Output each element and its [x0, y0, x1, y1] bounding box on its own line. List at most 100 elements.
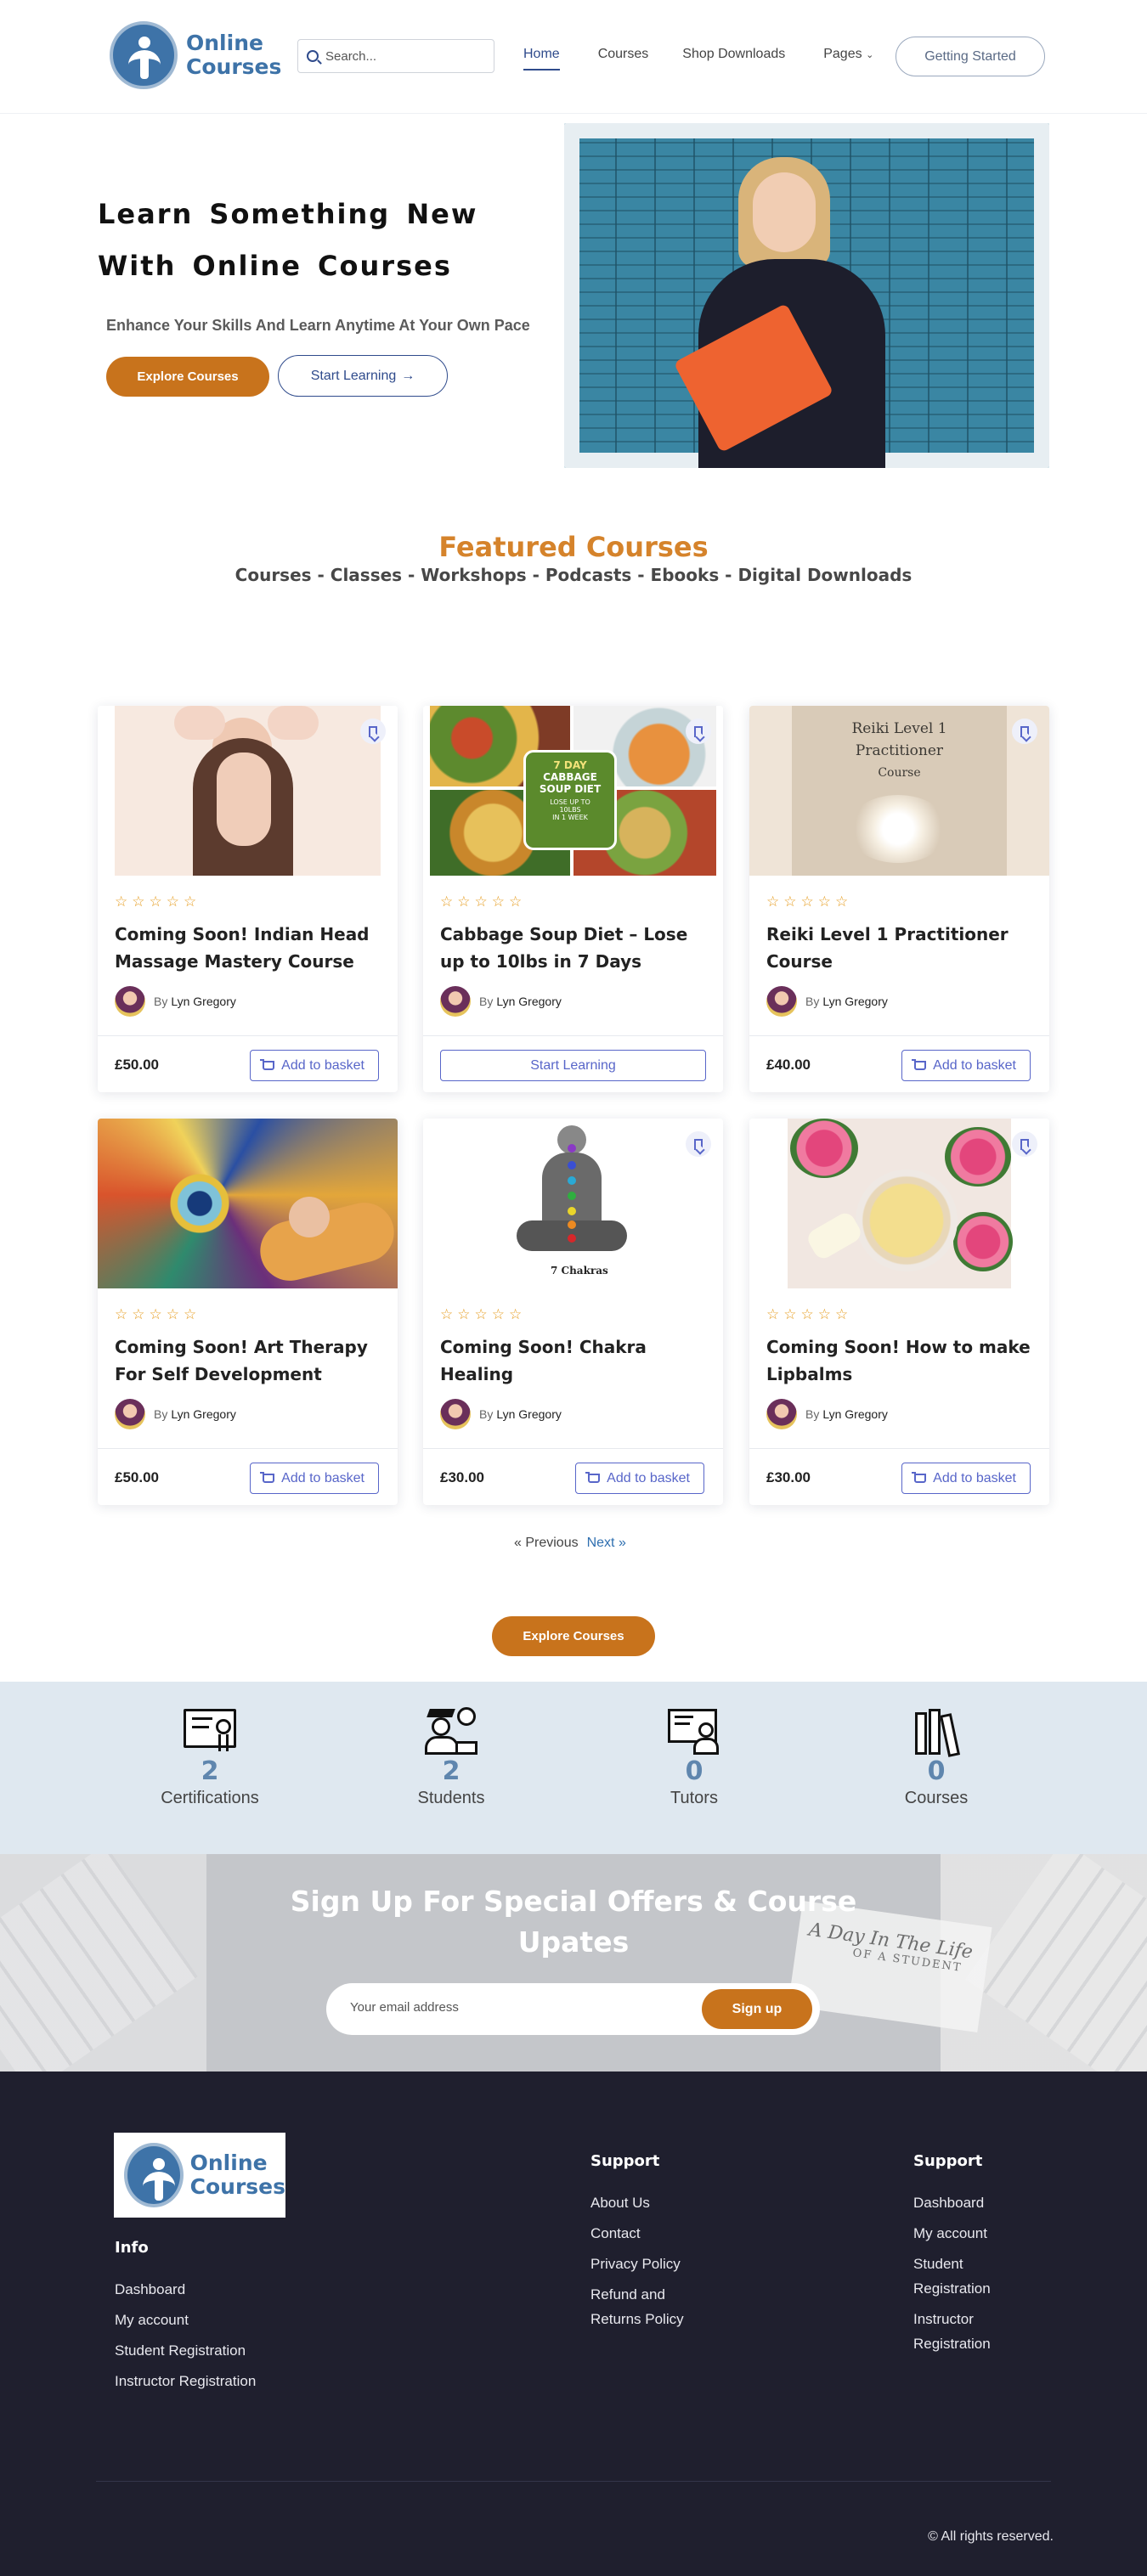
course-author[interactable]: By Lyn Gregory — [440, 986, 562, 1017]
course-image-head-massage[interactable] — [98, 706, 398, 876]
stat-courses: 0 Courses — [826, 1707, 1047, 1808]
add-to-basket-button[interactable]: Add to basket — [575, 1463, 704, 1494]
card-footer: Start Learning — [423, 1035, 723, 1092]
search-box[interactable] — [297, 39, 494, 73]
email-field[interactable] — [350, 2000, 673, 2015]
logo-line2: Courses — [186, 54, 282, 79]
bookmark-icon[interactable] — [1012, 1131, 1037, 1157]
books-icon — [908, 1707, 964, 1757]
footer-link-about-us[interactable]: About Us — [590, 2190, 684, 2215]
hero-explore-courses-button[interactable]: Explore Courses — [106, 357, 269, 397]
course-image-reiki[interactable]: Reiki Level 1 Practitioner Course — [749, 706, 1049, 876]
link-line: Registration — [913, 2336, 991, 2352]
nav-shop-downloads[interactable]: Shop Downloads — [682, 47, 785, 62]
footer-link-my-account[interactable]: My account — [913, 2221, 991, 2246]
author-name[interactable]: Lyn Gregory — [171, 1407, 236, 1421]
author-name[interactable]: Lyn Gregory — [822, 1407, 888, 1421]
course-title[interactable]: Cabbage Soup Diet – Lose up to 10lbs in … — [440, 921, 712, 975]
pager-previous[interactable]: « Previous — [514, 1536, 579, 1551]
course-card[interactable]: Reiki Level 1 Practitioner Course ☆ ☆ ☆ ☆ ☆ … — [749, 706, 1049, 1092]
course-title[interactable]: Coming Soon! Indian Head Massage Mastery… — [115, 921, 387, 975]
cart-icon — [585, 1472, 601, 1483]
site-logo[interactable]: Online Courses — [110, 21, 281, 89]
signup-section: A Day In The Life OF A STUDENT Sign Up F… — [0, 1854, 1147, 2072]
course-price: £50.00 — [115, 1057, 159, 1073]
nav-pages[interactable]: Pages ⌄ — [823, 47, 873, 62]
course-author[interactable]: By Lyn Gregory — [766, 986, 888, 1017]
add-to-basket-label: Add to basket — [281, 1470, 364, 1485]
bookmark-icon[interactable] — [686, 719, 711, 744]
course-card[interactable]: 7 DAY CABBAGE SOUP DIET LOSE UP TO 10LBS… — [423, 706, 723, 1092]
hero-title: Learn Something New With Online Courses — [98, 189, 574, 292]
footer-link-refund-policy[interactable]: Refund and Returns Policy — [590, 2282, 684, 2331]
bookmark-icon[interactable] — [1012, 719, 1037, 744]
nav-home[interactable]: Home — [523, 47, 560, 70]
footer-link-instructor-registration[interactable]: Instructor Registration — [913, 2307, 991, 2356]
link-line: Instructor — [913, 2311, 974, 2327]
student-icon — [423, 1707, 479, 1756]
image-text: CABBAGE — [543, 771, 597, 783]
course-title[interactable]: Coming Soon! Art Therapy For Self Develo… — [115, 1333, 387, 1388]
course-image-lipbalms[interactable] — [749, 1119, 1049, 1288]
stat-value: 0 — [927, 1756, 946, 1786]
footer-link-contact[interactable]: Contact — [590, 2221, 684, 2246]
footer-link-privacy-policy[interactable]: Privacy Policy — [590, 2252, 684, 2276]
search-input[interactable] — [325, 48, 478, 64]
logo-text: Online Courses — [190, 2151, 285, 2199]
bookmark-icon[interactable] — [686, 1131, 711, 1157]
course-author[interactable]: By Lyn Gregory — [440, 1399, 562, 1429]
start-learning-button[interactable]: Start Learning — [440, 1050, 706, 1081]
avatar — [115, 1399, 145, 1429]
rating-stars: ☆ ☆ ☆ ☆ ☆ — [115, 893, 197, 910]
getting-started-button[interactable]: Getting Started — [896, 37, 1045, 76]
course-image-cabbage-soup[interactable]: 7 DAY CABBAGE SOUP DIET LOSE UP TO 10LBS… — [423, 706, 723, 876]
course-card[interactable]: ☆ ☆ ☆ ☆ ☆ Coming Soon! How to make Lipbalms … — [749, 1119, 1049, 1505]
signup-title-line1: Sign Up For Special Offers & Course — [290, 1885, 857, 1918]
course-card[interactable]: ☆ ☆ ☆ ☆ ☆ Coming Soon! Art Therapy For Self … — [98, 1119, 398, 1505]
add-to-basket-button[interactable]: Add to basket — [250, 1463, 379, 1494]
footer-link-student-registration[interactable]: Student Registration — [913, 2252, 991, 2301]
footer-link-instructor-registration[interactable]: Instructor Registration — [115, 2369, 256, 2393]
add-to-basket-button[interactable]: Add to basket — [901, 1050, 1031, 1081]
author-name[interactable]: Lyn Gregory — [171, 995, 236, 1008]
author-name[interactable]: Lyn Gregory — [496, 995, 562, 1008]
image-text: Reiki Level 1 — [851, 720, 947, 737]
course-author[interactable]: By Lyn Gregory — [115, 986, 236, 1017]
main-nav: Home Courses Shop Downloads Pages ⌄ — [523, 47, 873, 70]
author-name[interactable]: Lyn Gregory — [496, 1407, 562, 1421]
explore-courses-button[interactable]: Explore Courses — [492, 1616, 655, 1656]
bookmark-icon[interactable] — [360, 719, 386, 744]
sign-up-button[interactable]: Sign up — [702, 1989, 812, 2029]
footer-link-dashboard[interactable]: Dashboard — [115, 2277, 256, 2302]
footer-logo[interactable]: Online Courses — [114, 2133, 285, 2218]
course-card[interactable]: 7 Chakras ☆ ☆ ☆ ☆ ☆ Coming Soon! Chakra Heal… — [423, 1119, 723, 1505]
hero-start-learning-button[interactable]: Start Learning → — [278, 355, 448, 397]
stat-tutors: 0 Tutors — [584, 1707, 805, 1808]
stat-label: Tutors — [670, 1789, 718, 1807]
course-card[interactable]: ☆ ☆ ☆ ☆ ☆ Coming Soon! Indian Head Massage M… — [98, 706, 398, 1092]
course-title[interactable]: Coming Soon! Chakra Healing — [440, 1333, 712, 1388]
stat-label: Certifications — [161, 1789, 259, 1807]
add-to-basket-button[interactable]: Add to basket — [901, 1463, 1031, 1494]
hero-title-line1: Learn Something New — [98, 198, 478, 230]
course-author[interactable]: By Lyn Gregory — [766, 1399, 888, 1429]
author-name[interactable]: Lyn Gregory — [822, 995, 888, 1008]
footer-support2-heading: Support — [913, 2152, 983, 2170]
footer-link-student-registration[interactable]: Student Registration — [115, 2338, 256, 2363]
course-author[interactable]: By Lyn Gregory — [115, 1399, 236, 1429]
course-title[interactable]: Reiki Level 1 Practitioner Course — [766, 921, 1038, 975]
link-line: Refund and — [590, 2286, 665, 2303]
course-title[interactable]: Coming Soon! How to make Lipbalms — [766, 1333, 1038, 1388]
footer-link-dashboard[interactable]: Dashboard — [913, 2190, 991, 2215]
course-image-art-therapy[interactable] — [98, 1119, 398, 1288]
add-to-basket-button[interactable]: Add to basket — [250, 1050, 379, 1081]
link-line: Student — [913, 2256, 963, 2272]
image-text: LOSE UP TO — [550, 798, 590, 806]
course-image-chakra[interactable]: 7 Chakras — [423, 1119, 723, 1288]
nav-courses[interactable]: Courses — [598, 47, 649, 62]
footer-link-my-account[interactable]: My account — [115, 2308, 256, 2332]
avatar — [115, 986, 145, 1017]
pager-next[interactable]: Next » — [587, 1536, 626, 1551]
avatar — [440, 986, 471, 1017]
footer-divider — [96, 2481, 1051, 2482]
